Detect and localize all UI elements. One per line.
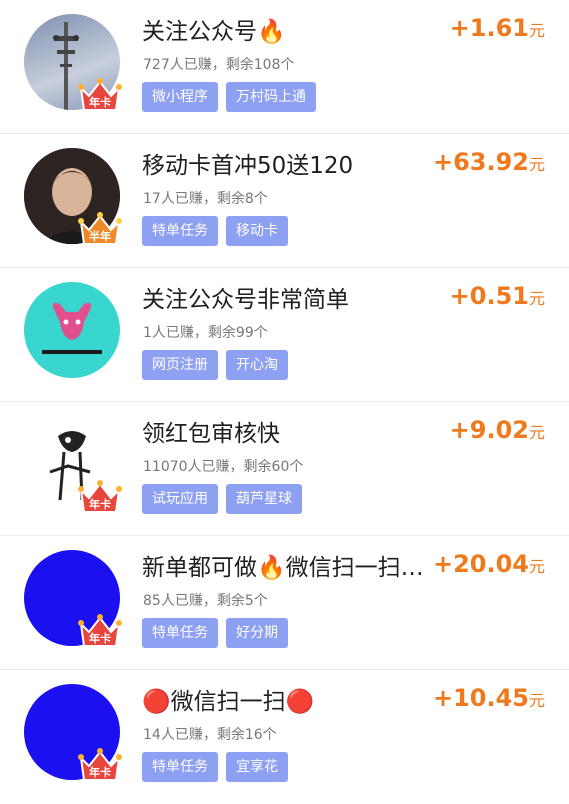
reward-value: +63.92 — [432, 148, 529, 176]
crown-badge: 半年 — [78, 210, 122, 246]
tag-group: 微小程序 万村码上通 — [142, 82, 316, 112]
reward-value: +9.02 — [449, 416, 529, 444]
avatar: 年卡 — [24, 14, 122, 114]
badge-label: 年卡 — [89, 766, 111, 779]
avatar — [24, 282, 120, 382]
reward-unit: 元 — [528, 155, 545, 174]
task-row[interactable]: 半年 移动卡首冲50送120 17人已赚，剩余8个 特单任务 移动卡 +63.9… — [0, 134, 569, 268]
task-row[interactable]: 年卡 新单都可做🔥微信扫一扫… 85人已赚，剩余5个 特单任务 好分期 +20.… — [0, 536, 569, 670]
tag-group: 特单任务 移动卡 — [142, 216, 288, 246]
task-title: 🔴微信扫一扫🔴 — [142, 689, 315, 715]
reward-value: +1.61 — [449, 14, 529, 42]
avatar: 年卡 — [24, 550, 122, 650]
tag-label: 开心淘 — [226, 350, 288, 380]
reward-unit: 元 — [528, 557, 545, 576]
task-row[interactable]: 年卡 领红包审核快 11070人已赚，剩余60个 试玩应用 葫芦星球 +9.02… — [0, 402, 569, 536]
tag-group: 网页注册 开心淘 — [142, 350, 288, 380]
tag-label: 好分期 — [226, 618, 288, 648]
reward-value: +10.45 — [432, 684, 529, 712]
task-meta: 85人已赚，剩余5个 — [143, 593, 268, 609]
task-title: 领红包审核快 — [142, 421, 280, 447]
tag-group: 特单任务 好分期 — [142, 618, 288, 648]
tag-label: 移动卡 — [226, 216, 288, 246]
reward-unit: 元 — [528, 289, 545, 308]
reward-unit: 元 — [528, 21, 545, 40]
task-meta: 14人已赚，剩余16个 — [143, 727, 277, 743]
avatar: 年卡 — [24, 416, 122, 516]
tag-group: 特单任务 宜享花 — [142, 752, 288, 782]
task-list: 年卡 关注公众号🔥 727人已赚，剩余108个 微小程序 万村码上通 +1.61… — [0, 0, 569, 800]
reward-amount: +1.61元 — [450, 14, 545, 42]
tag-label: 特单任务 — [142, 752, 218, 782]
reward-amount: +9.02元 — [450, 416, 545, 444]
badge-label: 年卡 — [89, 498, 111, 511]
tag-label: 特单任务 — [142, 216, 218, 246]
tag-label: 葫芦星球 — [226, 484, 302, 514]
crown-badge: 年卡 — [78, 612, 122, 648]
crown-badge: 年卡 — [78, 478, 122, 514]
task-title: 关注公众号🔥 — [142, 19, 286, 45]
task-title: 移动卡首冲50送120 — [142, 153, 354, 179]
task-meta: 1人已赚，剩余99个 — [143, 325, 268, 341]
reward-value: +20.04 — [432, 550, 529, 578]
tag-label: 万村码上通 — [226, 82, 316, 112]
reward-amount: +20.04元 — [433, 550, 545, 578]
reward-amount: +0.51元 — [450, 282, 545, 310]
crown-badge: 年卡 — [78, 76, 122, 112]
tag-label: 网页注册 — [142, 350, 218, 380]
reward-amount: +63.92元 — [433, 148, 545, 176]
reward-value: +0.51 — [449, 282, 529, 310]
task-meta: 11070人已赚，剩余60个 — [143, 459, 304, 475]
task-meta: 727人已赚，剩余108个 — [143, 57, 295, 73]
task-row[interactable]: 年卡 关注公众号🔥 727人已赚，剩余108个 微小程序 万村码上通 +1.61… — [0, 0, 569, 134]
tag-label: 微小程序 — [142, 82, 218, 112]
task-row[interactable]: 关注公众号非常简单 1人已赚，剩余99个 网页注册 开心淘 +0.51元 — [0, 268, 569, 402]
task-title: 关注公众号非常简单 — [142, 287, 349, 313]
badge-label: 半年 — [89, 230, 111, 243]
tag-label: 试玩应用 — [142, 484, 218, 514]
avatar: 年卡 — [24, 684, 122, 784]
avatar: 半年 — [24, 148, 122, 248]
badge-label: 年卡 — [89, 96, 111, 109]
task-title: 新单都可做🔥微信扫一扫… — [142, 555, 424, 581]
crown-badge: 年卡 — [78, 746, 122, 782]
badge-label: 年卡 — [89, 632, 111, 645]
tag-label: 宜享花 — [226, 752, 288, 782]
reward-amount: +10.45元 — [433, 684, 545, 712]
reward-unit: 元 — [528, 691, 545, 710]
tag-group: 试玩应用 葫芦星球 — [142, 484, 302, 514]
bull-logo-icon — [24, 282, 120, 378]
tag-label: 特单任务 — [142, 618, 218, 648]
reward-unit: 元 — [528, 423, 545, 442]
task-row[interactable]: 年卡 🔴微信扫一扫🔴 14人已赚，剩余16个 特单任务 宜享花 +10.45元 — [0, 670, 569, 804]
task-meta: 17人已赚，剩余8个 — [143, 191, 268, 207]
